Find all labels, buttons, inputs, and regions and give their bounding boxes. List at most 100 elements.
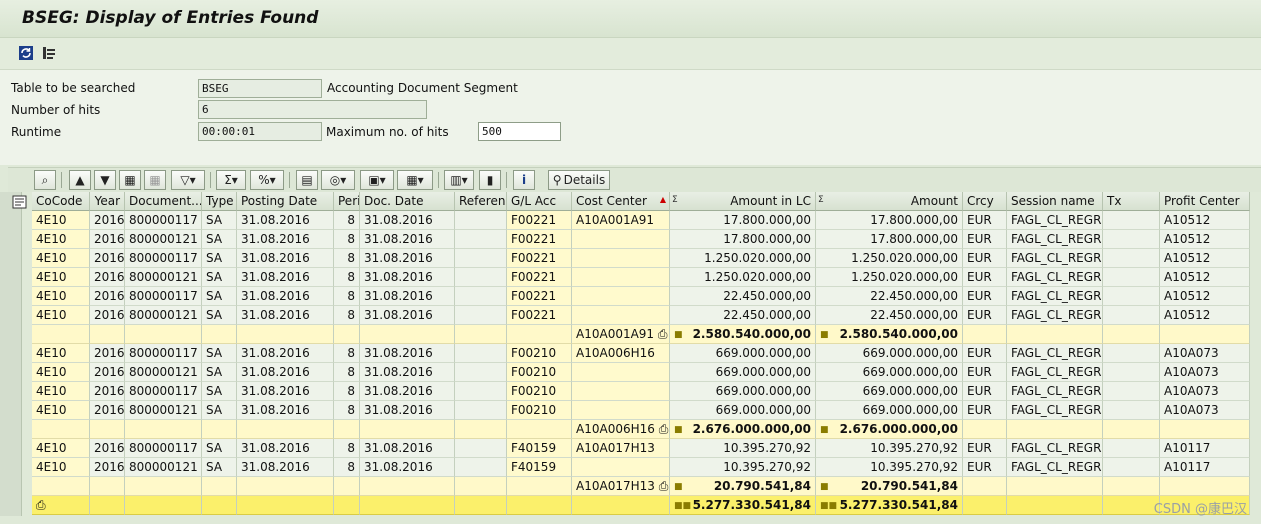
cell-reference[interactable]	[455, 344, 507, 363]
cell-year[interactable]: 2016	[90, 363, 125, 382]
cell-document[interactable]: 800000121	[125, 268, 202, 287]
cell-year[interactable]: 2016	[90, 211, 125, 230]
cell-g-l-acc[interactable]	[507, 477, 572, 496]
cell-tx[interactable]	[1103, 363, 1160, 382]
cell-document[interactable]: 800000121	[125, 230, 202, 249]
cell-reference[interactable]	[455, 439, 507, 458]
cell-posting-date[interactable]: 31.08.2016	[237, 458, 334, 477]
cell-peri[interactable]	[334, 420, 360, 439]
cell-peri[interactable]: 8	[334, 306, 360, 325]
cell-reference[interactable]	[455, 268, 507, 287]
cell-crcy[interactable]: EUR	[963, 306, 1007, 325]
table-row[interactable]: 4E10 2016 800000121 SA 31.08.2016 8 31.08.2016…	[10, 458, 1250, 477]
print-preview-icon[interactable]: ▤	[296, 170, 318, 190]
cell-cost-center[interactable]	[572, 401, 670, 420]
cell-g-l-acc[interactable]: F00210	[507, 401, 572, 420]
cell-g-l-acc[interactable]: F00221	[507, 306, 572, 325]
cell-doc-date[interactable]	[360, 420, 455, 439]
cell-amount[interactable]: 669.000.000,00	[816, 344, 963, 363]
cell-tx[interactable]	[1103, 344, 1160, 363]
cell-document[interactable]	[125, 477, 202, 496]
table-row[interactable]: 4E10 2016 800000117 SA 31.08.2016 8 31.08.2016…	[10, 382, 1250, 401]
cell-document[interactable]	[125, 496, 202, 515]
cell-doc-date[interactable]: 31.08.2016	[360, 306, 455, 325]
cell-peri[interactable]: 8	[334, 401, 360, 420]
column-header[interactable]: Crcy	[963, 192, 1007, 211]
column-header[interactable]: Year	[90, 192, 125, 211]
table-row[interactable]: 4E10 2016 800000121 SA 31.08.2016 8 31.08.2016…	[10, 230, 1250, 249]
table-row[interactable]: 4E10 2016 800000117 SA 31.08.2016 8 31.08.2016…	[10, 211, 1250, 230]
cell-year[interactable]: 2016	[90, 287, 125, 306]
cell-year[interactable]: 2016	[90, 268, 125, 287]
cell-session-name[interactable]	[1007, 420, 1103, 439]
max-hits-field[interactable]: 500	[478, 122, 561, 141]
cell-g-l-acc[interactable]: F00210	[507, 363, 572, 382]
cell-year[interactable]: 2016	[90, 458, 125, 477]
export-icon[interactable]: ◎▾	[321, 170, 355, 190]
table-settings-icon[interactable]	[40, 44, 58, 62]
cell-session-name[interactable]: FAGL_CL_REGR	[1007, 287, 1103, 306]
cell-session-name[interactable]: FAGL_CL_REGR	[1007, 439, 1103, 458]
cell-amount[interactable]: 22.450.000,00	[816, 287, 963, 306]
table-row[interactable]: 4E10 2016 800000121 SA 31.08.2016 8 31.08.2016…	[10, 401, 1250, 420]
cell-crcy[interactable]	[963, 477, 1007, 496]
cell-year[interactable]: 2016	[90, 439, 125, 458]
cell-cocode[interactable]: 4E10	[32, 268, 90, 287]
column-header[interactable]: G/L Acc	[507, 192, 572, 211]
cell-cost-center[interactable]	[572, 249, 670, 268]
subtotal-row[interactable]: A10A006H16 ⎙ 2.676.000.000,00 ■ 2.676.000.0…	[10, 420, 1250, 439]
cell-cocode[interactable]	[32, 477, 90, 496]
cell-doc-date[interactable]: 31.08.2016	[360, 401, 455, 420]
cell-peri[interactable]: 8	[334, 249, 360, 268]
cell-tx[interactable]	[1103, 249, 1160, 268]
cell-session-name[interactable]: FAGL_CL_REGR	[1007, 401, 1103, 420]
cell-amount-in-lc[interactable]: 5.277.330.541,84 ■■	[670, 496, 816, 515]
cell-cost-center[interactable]: A10A006H16	[572, 344, 670, 363]
cell-tx[interactable]	[1103, 325, 1160, 344]
cell-g-l-acc[interactable]	[507, 496, 572, 515]
column-header[interactable]: Peri...	[334, 192, 360, 211]
cell-crcy[interactable]: EUR	[963, 363, 1007, 382]
column-header[interactable]: Tx	[1103, 192, 1160, 211]
cell-crcy[interactable]: EUR	[963, 382, 1007, 401]
cell-cocode[interactable]: 4E10	[32, 363, 90, 382]
cell-reference[interactable]	[455, 230, 507, 249]
cell-document[interactable]	[125, 420, 202, 439]
cell-document[interactable]: 800000117	[125, 439, 202, 458]
table-row[interactable]: 4E10 2016 800000121 SA 31.08.2016 8 31.08.2016…	[10, 306, 1250, 325]
cell-profit-center[interactable]: A10A073	[1160, 344, 1250, 363]
cell-crcy[interactable]: EUR	[963, 211, 1007, 230]
cell-amount-in-lc[interactable]: 17.800.000,00	[670, 211, 816, 230]
details-view-icon[interactable]: ⌕	[34, 170, 56, 190]
cell-tx[interactable]	[1103, 268, 1160, 287]
cell-type[interactable]	[202, 420, 237, 439]
cell-profit-center[interactable]: A10512	[1160, 211, 1250, 230]
cell-cocode[interactable]: 4E10	[32, 287, 90, 306]
cell-peri[interactable]: 8	[334, 458, 360, 477]
cell-posting-date[interactable]: 31.08.2016	[237, 344, 334, 363]
cell-reference[interactable]	[455, 458, 507, 477]
cell-document[interactable]: 800000117	[125, 344, 202, 363]
cell-cocode[interactable]: 4E10	[32, 230, 90, 249]
views-icon[interactable]: ▣▾	[360, 170, 394, 190]
cell-session-name[interactable]: FAGL_CL_REGR	[1007, 363, 1103, 382]
column-header[interactable]: Document...	[125, 192, 202, 211]
cell-cost-center[interactable]	[572, 458, 670, 477]
cell-cost-center[interactable]	[572, 496, 670, 515]
cell-crcy[interactable]: EUR	[963, 439, 1007, 458]
cell-amount[interactable]: 10.395.270,92	[816, 458, 963, 477]
cell-cocode[interactable]: 4E10	[32, 439, 90, 458]
cell-type[interactable]: SA	[202, 344, 237, 363]
sort-descending-icon[interactable]: ▼	[94, 170, 116, 190]
cell-amount-in-lc[interactable]: 22.450.000,00	[670, 306, 816, 325]
cell-document[interactable]: 800000117	[125, 211, 202, 230]
cell-document[interactable]: 800000121	[125, 306, 202, 325]
cell-cost-center[interactable]	[572, 382, 670, 401]
cell-amount-in-lc[interactable]: 10.395.270,92	[670, 439, 816, 458]
cell-reference[interactable]	[455, 401, 507, 420]
cell-amount-in-lc[interactable]: 1.250.020.000,00	[670, 249, 816, 268]
cell-document[interactable]: 800000117	[125, 249, 202, 268]
cell-posting-date[interactable]: 31.08.2016	[237, 230, 334, 249]
cell-session-name[interactable]: FAGL_CL_REGR	[1007, 268, 1103, 287]
cell-type[interactable]: SA	[202, 230, 237, 249]
